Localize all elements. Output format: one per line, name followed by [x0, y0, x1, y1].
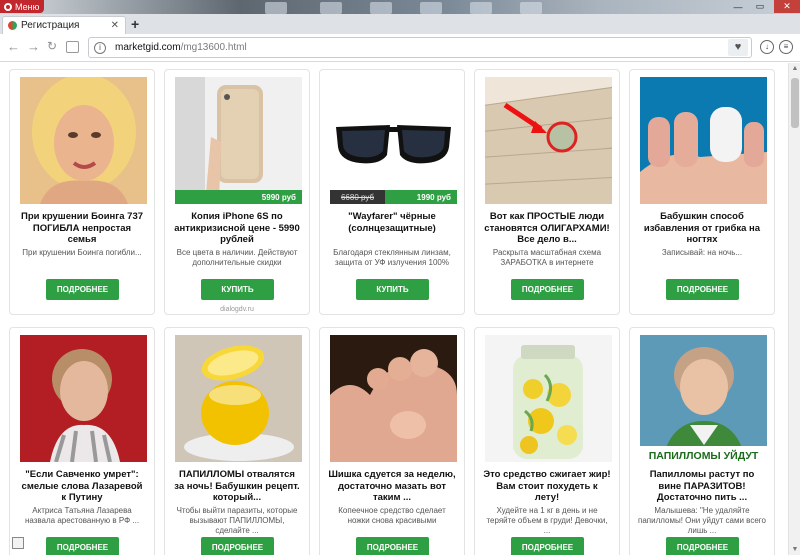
extensions-menu-icon[interactable]: ≡ — [779, 40, 793, 54]
ad-grid: При крушении Боинга 737 ПОГИБЛА непроста… — [9, 69, 775, 555]
ad-description: Малышева: "Не удаляйте папилломы! Они уй… — [638, 506, 766, 535]
ad-description: Все цвета в наличии. Действуют дополните… — [176, 248, 298, 267]
more-button[interactable]: ПОДРОБНЕЕ — [356, 537, 429, 555]
ad-image-lemon-jar[interactable] — [485, 335, 612, 462]
ad-title[interactable]: "Если Савченко умрет": смелые слова Лаза… — [18, 469, 146, 504]
more-button[interactable]: ПОДРОБНЕЕ — [666, 537, 739, 555]
window-titlebar: Меню — ▭ ✕ — [0, 0, 800, 14]
ad-title[interactable]: Папилломы растут по вине ПАРАЗИТОВ! Дост… — [638, 469, 766, 504]
ad-title[interactable]: ПАПИЛЛОМЫ отвалятся за ночь! Бабушкин ре… — [173, 469, 301, 504]
ad-card[interactable]: Шишка сдуется за неделю, достаточно маза… — [319, 327, 465, 555]
reload-button[interactable]: ↻ — [47, 39, 57, 53]
ad-card[interactable]: ПАПИЛЛОМЫ УЙДУТ Папилломы растут по вине… — [629, 327, 775, 555]
more-button[interactable]: ПОДРОБНЕЕ — [46, 537, 119, 555]
ad-description: Раскрыта масштабная схема ЗАРАБОТКА в ин… — [492, 248, 602, 267]
speed-dial-icon[interactable] — [66, 41, 79, 53]
ad-image-bandaged-toe[interactable] — [640, 77, 767, 204]
ad-card[interactable]: Это средство сжигает жир! Вам стоит поху… — [474, 327, 620, 555]
ad-image-sunglasses[interactable]: 6680 руб 1990 руб — [330, 77, 457, 204]
close-window-button[interactable]: ✕ — [774, 0, 800, 13]
ad-description: Копеечное средство сделает ножки снова к… — [338, 506, 446, 525]
ad-image-foot[interactable] — [330, 335, 457, 462]
ad-image-iphone[interactable]: 5990 руб — [175, 77, 302, 204]
navigation-toolbar: ← → ↻ i marketgid.com/mg13600.html ♥ ↓ ≡ — [0, 34, 800, 62]
ad-card[interactable]: 6680 руб 1990 руб "Wayfarer" чёрные (сол… — [319, 69, 465, 315]
address-text[interactable]: marketgid.com/mg13600.html — [115, 42, 247, 53]
ad-image-banknotes[interactable] — [485, 77, 612, 204]
page-viewport: При крушении Боинга 737 ПОГИБЛА непроста… — [0, 63, 788, 555]
ad-title[interactable]: Копия iPhone 6S по антикризисной цене - … — [173, 211, 301, 246]
ad-description: Худейте на 1 кг в день и не теряйте объе… — [486, 506, 608, 535]
opera-menu-button[interactable]: Меню — [0, 0, 44, 13]
ad-description: Благодаря стеклянным линзам, защита от У… — [333, 248, 451, 267]
price-tag: 5990 руб — [175, 190, 302, 204]
tab-favicon-icon — [8, 21, 17, 30]
tab-close-icon[interactable]: ✕ — [111, 20, 119, 31]
page-scrollbar[interactable]: ▲ ▼ — [788, 63, 800, 555]
ad-description: Чтобы выйти паразиты, которые вызывают П… — [176, 506, 298, 535]
download-icon[interactable]: ↓ — [760, 40, 774, 54]
ad-title[interactable]: Бабушкин способ избавления от грибка на … — [638, 211, 766, 246]
more-button[interactable]: ПОДРОБНЕЕ — [666, 279, 739, 300]
tab-strip: Регистрация ✕ + — [0, 14, 800, 34]
scroll-down-icon[interactable]: ▼ — [791, 546, 799, 553]
more-button[interactable]: ПОДРОБНЕЕ — [201, 537, 274, 555]
forward-button[interactable]: → — [27, 39, 40, 54]
ad-image-lemon[interactable] — [175, 335, 302, 462]
tab-title: Регистрация — [21, 20, 80, 31]
ad-description: Записывай: на ночь... — [661, 248, 743, 257]
ad-description: Актриса Татьяна Лазарева назвала арестов… — [24, 506, 140, 525]
bookmark-heart-icon[interactable]: ♥ — [728, 39, 748, 56]
menu-label: Меню — [15, 1, 40, 12]
address-bar[interactable]: i marketgid.com/mg13600.html ♥ — [88, 37, 752, 58]
tab-registration[interactable]: Регистрация ✕ — [2, 16, 126, 34]
ad-image-caption: ПАПИЛЛОМЫ УЙДУТ — [640, 446, 767, 462]
ad-card[interactable]: ПАПИЛЛОМЫ отвалятся за ночь! Бабушкин ре… — [164, 327, 310, 555]
ad-image-doctor[interactable]: ПАПИЛЛОМЫ УЙДУТ — [640, 335, 767, 462]
buy-button[interactable]: КУПИТЬ — [201, 279, 274, 300]
broken-image-icon — [12, 537, 24, 549]
price-tag: 6680 руб 1990 руб — [330, 190, 457, 204]
ad-image-woman-portrait[interactable] — [20, 335, 147, 462]
more-button[interactable]: ПОДРОБНЕЕ — [511, 537, 584, 555]
opera-logo-icon — [4, 2, 12, 11]
ad-source: dialogdv.ru — [220, 306, 254, 313]
maximize-button[interactable]: ▭ — [750, 0, 770, 13]
ad-title[interactable]: "Wayfarer" чёрные (солнцезащитные) — [328, 211, 456, 234]
new-tab-button[interactable]: + — [131, 16, 139, 32]
ad-description: При крушении Боинга погибли... — [22, 248, 142, 257]
more-button[interactable]: ПОДРОБНЕЕ — [46, 279, 119, 300]
ad-card[interactable]: При крушении Боинга 737 ПОГИБЛА непроста… — [9, 69, 155, 315]
scroll-thumb[interactable] — [791, 78, 799, 128]
ad-title[interactable]: Вот как ПРОСТЫЕ люди становятся ОЛИГАРХА… — [483, 211, 611, 246]
scroll-up-icon[interactable]: ▲ — [791, 65, 799, 72]
ad-card[interactable]: Бабушкин способ избавления от грибка на … — [629, 69, 775, 315]
minimize-button[interactable]: — — [728, 0, 748, 13]
old-price: 6680 руб — [330, 190, 385, 204]
back-button[interactable]: ← — [7, 39, 20, 54]
ad-card[interactable]: "Если Савченко умрет": смелые слова Лаза… — [9, 327, 155, 555]
ad-card[interactable]: 5990 руб Копия iPhone 6S по антикризисно… — [164, 69, 310, 315]
ad-image-blonde-woman[interactable] — [20, 77, 147, 204]
buy-button[interactable]: КУПИТЬ — [356, 279, 429, 300]
ad-title[interactable]: При крушении Боинга 737 ПОГИБЛА непроста… — [18, 211, 146, 246]
more-button[interactable]: ПОДРОБНЕЕ — [511, 279, 584, 300]
site-info-icon[interactable]: i — [94, 42, 106, 54]
ad-card[interactable]: Вот как ПРОСТЫЕ люди становятся ОЛИГАРХА… — [474, 69, 620, 315]
ad-title[interactable]: Это средство сжигает жир! Вам стоит поху… — [483, 469, 611, 504]
ad-title[interactable]: Шишка сдуется за неделю, достаточно маза… — [328, 469, 456, 504]
